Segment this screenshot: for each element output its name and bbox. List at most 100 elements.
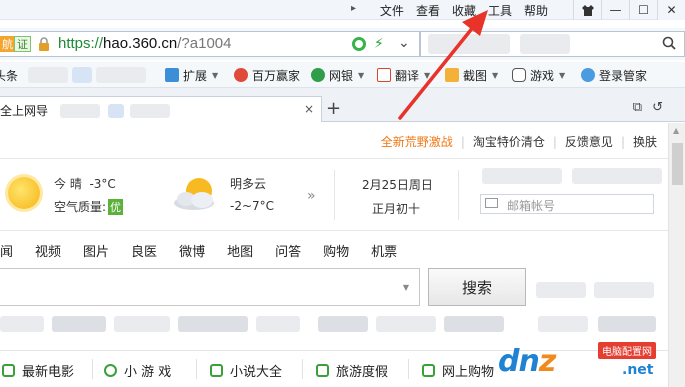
weather-more-icon[interactable]: » xyxy=(307,188,316,204)
menu-arrow-icon[interactable]: ▸ xyxy=(351,3,356,14)
url-text[interactable]: https://hao.360.cn/?a1004 xyxy=(58,35,232,52)
maximize-button[interactable]: ☐ xyxy=(629,0,657,20)
divider xyxy=(0,230,668,231)
dropdown-arrow-icon: ▼ xyxy=(492,70,499,80)
link-feedback[interactable]: 反馈意见 xyxy=(557,133,621,150)
lock-icon[interactable] xyxy=(38,37,50,51)
minimize-button[interactable]: — xyxy=(601,0,629,20)
search-button[interactable]: 搜索 xyxy=(428,268,526,306)
menu-file[interactable]: 文件 xyxy=(380,2,404,19)
tab-close-icon[interactable]: × xyxy=(304,102,314,116)
main-menu: 文件 查看 收藏 工具 帮助 xyxy=(368,0,548,20)
tab-label: 全上网导 xyxy=(0,104,49,118)
divider xyxy=(0,158,668,159)
fav-item-games[interactable]: 游戏 ▼ xyxy=(512,66,565,84)
cat-shopping[interactable]: 网上购物 xyxy=(422,361,494,380)
close-window-button[interactable]: ✕ xyxy=(657,0,685,20)
speed-mode-icon[interactable]: ⚡ xyxy=(374,36,384,52)
shirt-icon xyxy=(581,4,594,16)
game-icon xyxy=(104,364,117,377)
window-controls: — ☐ ✕ xyxy=(573,0,685,20)
fav-item-banking[interactable]: 网银 ▼ xyxy=(311,66,364,84)
sunny-weather-icon xyxy=(8,177,40,209)
dropdown-arrow-icon: ▼ xyxy=(212,70,219,80)
lunar-date[interactable]: 正月初十 xyxy=(372,200,420,217)
scroll-thumb[interactable] xyxy=(672,143,683,185)
key-icon xyxy=(581,68,595,82)
chevron-down-icon[interactable]: ▼ xyxy=(403,283,409,292)
scroll-up-icon[interactable]: ▲ xyxy=(673,126,679,135)
cert-badge[interactable]: 证 xyxy=(14,36,31,52)
puzzle-icon xyxy=(165,68,179,82)
tab-video[interactable]: 视频 xyxy=(35,241,61,260)
tab-bar: 全上网导 × + ⧉ ↺ xyxy=(0,88,685,122)
dropdown-arrow-icon: ▼ xyxy=(358,70,365,80)
cart-icon xyxy=(422,364,435,377)
new-tab-button[interactable]: + xyxy=(326,98,341,119)
refresh-spinner-icon[interactable] xyxy=(352,37,366,51)
title-menubar: ▸ 文件 查看 收藏 工具 帮助 — ☐ ✕ xyxy=(0,0,685,20)
tab-flights[interactable]: 机票 xyxy=(371,241,397,260)
safety-badge: 航 xyxy=(0,36,15,52)
mail-login-field[interactable]: 邮箱帐号 xyxy=(480,194,654,214)
shield-icon xyxy=(311,68,325,82)
divider xyxy=(334,170,335,220)
gamepad-icon xyxy=(512,68,526,82)
cat-novels[interactable]: 小说大全 xyxy=(210,361,282,380)
link-taobao-sale[interactable]: 淘宝特价清仓 xyxy=(465,133,553,150)
search-category-tabs: 闻 视频 图片 良医 微博 地图 问答 购物 机票 xyxy=(0,241,419,260)
tab-weibo[interactable]: 微博 xyxy=(179,241,205,260)
divider xyxy=(408,359,409,379)
solar-date[interactable]: 2月25日周日 xyxy=(362,176,433,193)
tab-qa[interactable]: 问答 xyxy=(275,241,301,260)
watermark-logo: dnz xyxy=(498,344,556,379)
tab-images[interactable]: 图片 xyxy=(83,241,109,260)
address-bar[interactable]: 航 证 https://hao.360.cn/?a1004 ⚡ ⌄ xyxy=(0,31,420,57)
mail-placeholder: 邮箱帐号 xyxy=(507,199,556,213)
cat-minigames[interactable]: 小 游 戏 xyxy=(104,361,171,380)
tab-shopping[interactable]: 购物 xyxy=(323,241,349,260)
close-icon: ✕ xyxy=(666,3,677,17)
menu-view[interactable]: 查看 xyxy=(416,2,440,19)
trophy-icon xyxy=(234,68,248,82)
fav-item-translate[interactable]: 翻译 ▼ xyxy=(377,66,430,84)
cat-travel[interactable]: 旅游度假 xyxy=(316,361,388,380)
fav-item-screenshot[interactable]: 截图 ▼ xyxy=(445,66,498,84)
watermark-domain: .net xyxy=(622,362,654,378)
tab-active[interactable]: 全上网导 × xyxy=(0,96,322,122)
favorites-bar: 头条 扩展 ▼ 百万赢家 网银 ▼ 翻译 ▼ 截图 ▼ 游戏 ▼ 登录管家 xyxy=(0,62,685,88)
partly-cloudy-icon xyxy=(174,178,214,210)
search-icon[interactable] xyxy=(662,36,676,50)
link-change-skin[interactable]: 换肤 xyxy=(625,133,665,150)
tab-doctor[interactable]: 良医 xyxy=(131,241,157,260)
translate-icon xyxy=(377,68,391,82)
tab-news[interactable]: 闻 xyxy=(0,241,13,260)
page-search-input[interactable]: ▼ xyxy=(0,268,420,306)
watermark-tag: 电脑配置网 xyxy=(598,342,656,359)
address-row: 航 证 https://hao.360.cn/?a1004 ⚡ ⌄ xyxy=(0,28,685,60)
menu-tools[interactable]: 工具 xyxy=(488,2,512,19)
menu-favorites[interactable]: 收藏 xyxy=(452,2,476,19)
scissors-icon xyxy=(445,68,459,82)
undo-close-icon[interactable]: ↺ xyxy=(652,100,663,115)
divider xyxy=(196,359,197,379)
cat-movies[interactable]: 最新电影 xyxy=(2,361,74,380)
divider xyxy=(458,170,459,220)
fav-item-toutiao[interactable]: 头条 xyxy=(0,66,18,84)
book-icon xyxy=(210,364,223,377)
weather-tomorrow[interactable]: 明多云 xyxy=(230,175,266,192)
fav-item-millionaire[interactable]: 百万赢家 xyxy=(234,66,300,84)
air-quality[interactable]: 空气质量: 优 xyxy=(54,198,124,215)
skin-button[interactable] xyxy=(573,0,601,20)
weather-today[interactable]: 今 晴 -3°C xyxy=(54,175,116,192)
chevron-down-icon[interactable]: ⌄ xyxy=(398,35,410,51)
menu-help[interactable]: 帮助 xyxy=(524,2,548,19)
fav-item-extensions[interactable]: 扩展 ▼ xyxy=(165,66,218,84)
link-game-promo[interactable]: 全新荒野激战 xyxy=(373,133,461,150)
page-scrollbar[interactable]: ▲ xyxy=(668,123,685,387)
tab-list-icon[interactable]: ⧉ xyxy=(633,100,642,115)
aqi-badge: 优 xyxy=(108,199,124,215)
tab-map[interactable]: 地图 xyxy=(227,241,253,260)
suitcase-icon xyxy=(316,364,329,377)
fav-item-login-manager[interactable]: 登录管家 xyxy=(581,66,647,84)
